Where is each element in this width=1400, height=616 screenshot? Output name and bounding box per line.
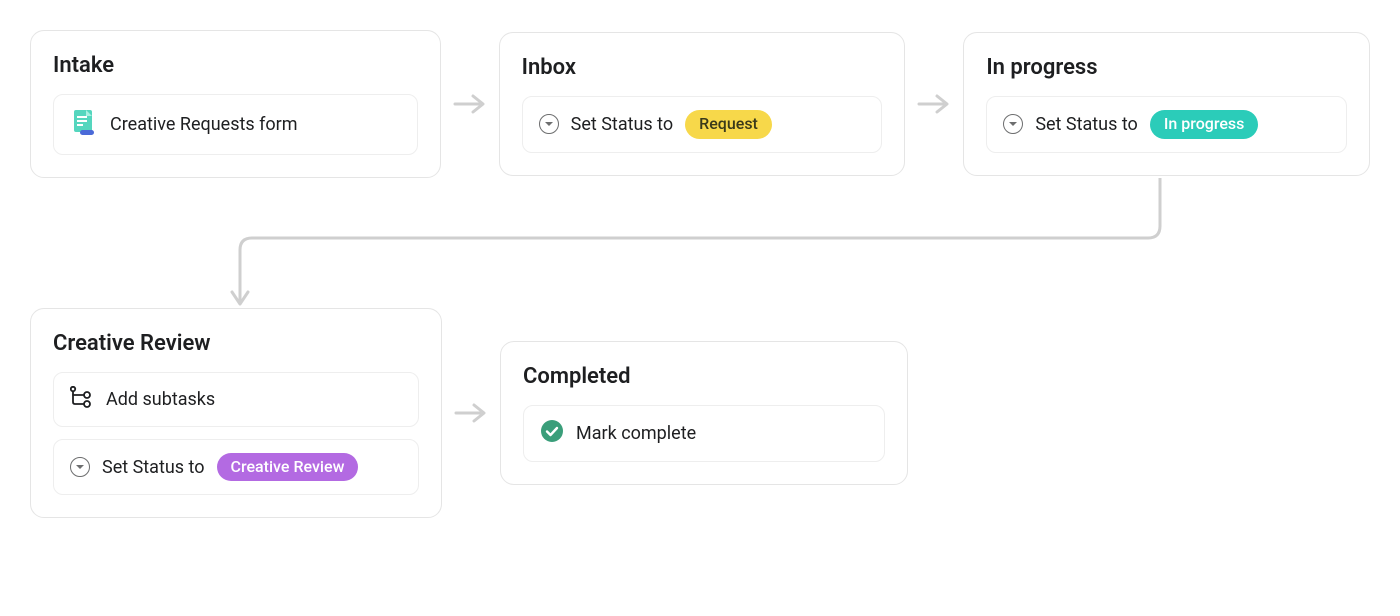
form-icon — [70, 108, 98, 141]
review-set-status-prefix: Set Status to — [102, 457, 205, 478]
inbox-set-status-prefix: Set Status to — [571, 114, 674, 135]
stage-creative-review-title: Creative Review — [53, 331, 419, 356]
inprogress-set-status-prefix: Set Status to — [1035, 114, 1138, 135]
inbox-set-status-action[interactable]: Set Status to Request — [522, 96, 883, 152]
stage-completed[interactable]: Completed Mark complete — [500, 341, 908, 485]
arrow-inbox-to-inprogress — [905, 92, 963, 116]
arrow-review-to-completed — [442, 401, 500, 425]
review-add-subtasks-label: Add subtasks — [106, 389, 215, 410]
inprogress-set-status-action[interactable]: Set Status to In progress — [986, 96, 1347, 152]
stage-completed-title: Completed — [523, 364, 885, 389]
connector-inprogress-to-review — [30, 178, 1370, 308]
review-add-subtasks-action[interactable]: Add subtasks — [53, 372, 419, 427]
stage-inbox[interactable]: Inbox Set Status to Request — [499, 32, 906, 175]
review-status-chip: Creative Review — [217, 453, 359, 481]
caret-down-circle-icon — [1003, 114, 1023, 134]
check-circle-icon — [540, 419, 564, 448]
subtasks-icon — [70, 386, 94, 413]
stage-intake-title: Intake — [53, 53, 418, 78]
intake-form-label: Creative Requests form — [110, 114, 298, 135]
review-set-status-action[interactable]: Set Status to Creative Review — [53, 439, 419, 495]
intake-form-action[interactable]: Creative Requests form — [53, 94, 418, 155]
caret-down-circle-icon — [539, 114, 559, 134]
completed-mark-complete-label: Mark complete — [576, 423, 696, 444]
inprogress-status-chip: In progress — [1150, 110, 1259, 138]
stage-creative-review[interactable]: Creative Review Add subtasks Set Status … — [30, 308, 442, 518]
caret-down-circle-icon — [70, 457, 90, 477]
stage-in-progress-title: In progress — [986, 55, 1347, 80]
workflow-row-2: Creative Review Add subtasks Set Status … — [30, 308, 1370, 518]
completed-mark-complete-action[interactable]: Mark complete — [523, 405, 885, 462]
stage-in-progress[interactable]: In progress Set Status to In progress — [963, 32, 1370, 175]
stage-inbox-title: Inbox — [522, 55, 883, 80]
workflow-row-1: Intake Creative Requests form Inbox — [30, 30, 1370, 178]
stage-intake[interactable]: Intake Creative Requests form — [30, 30, 441, 178]
arrow-intake-to-inbox — [441, 92, 499, 116]
inbox-status-chip: Request — [685, 110, 772, 138]
